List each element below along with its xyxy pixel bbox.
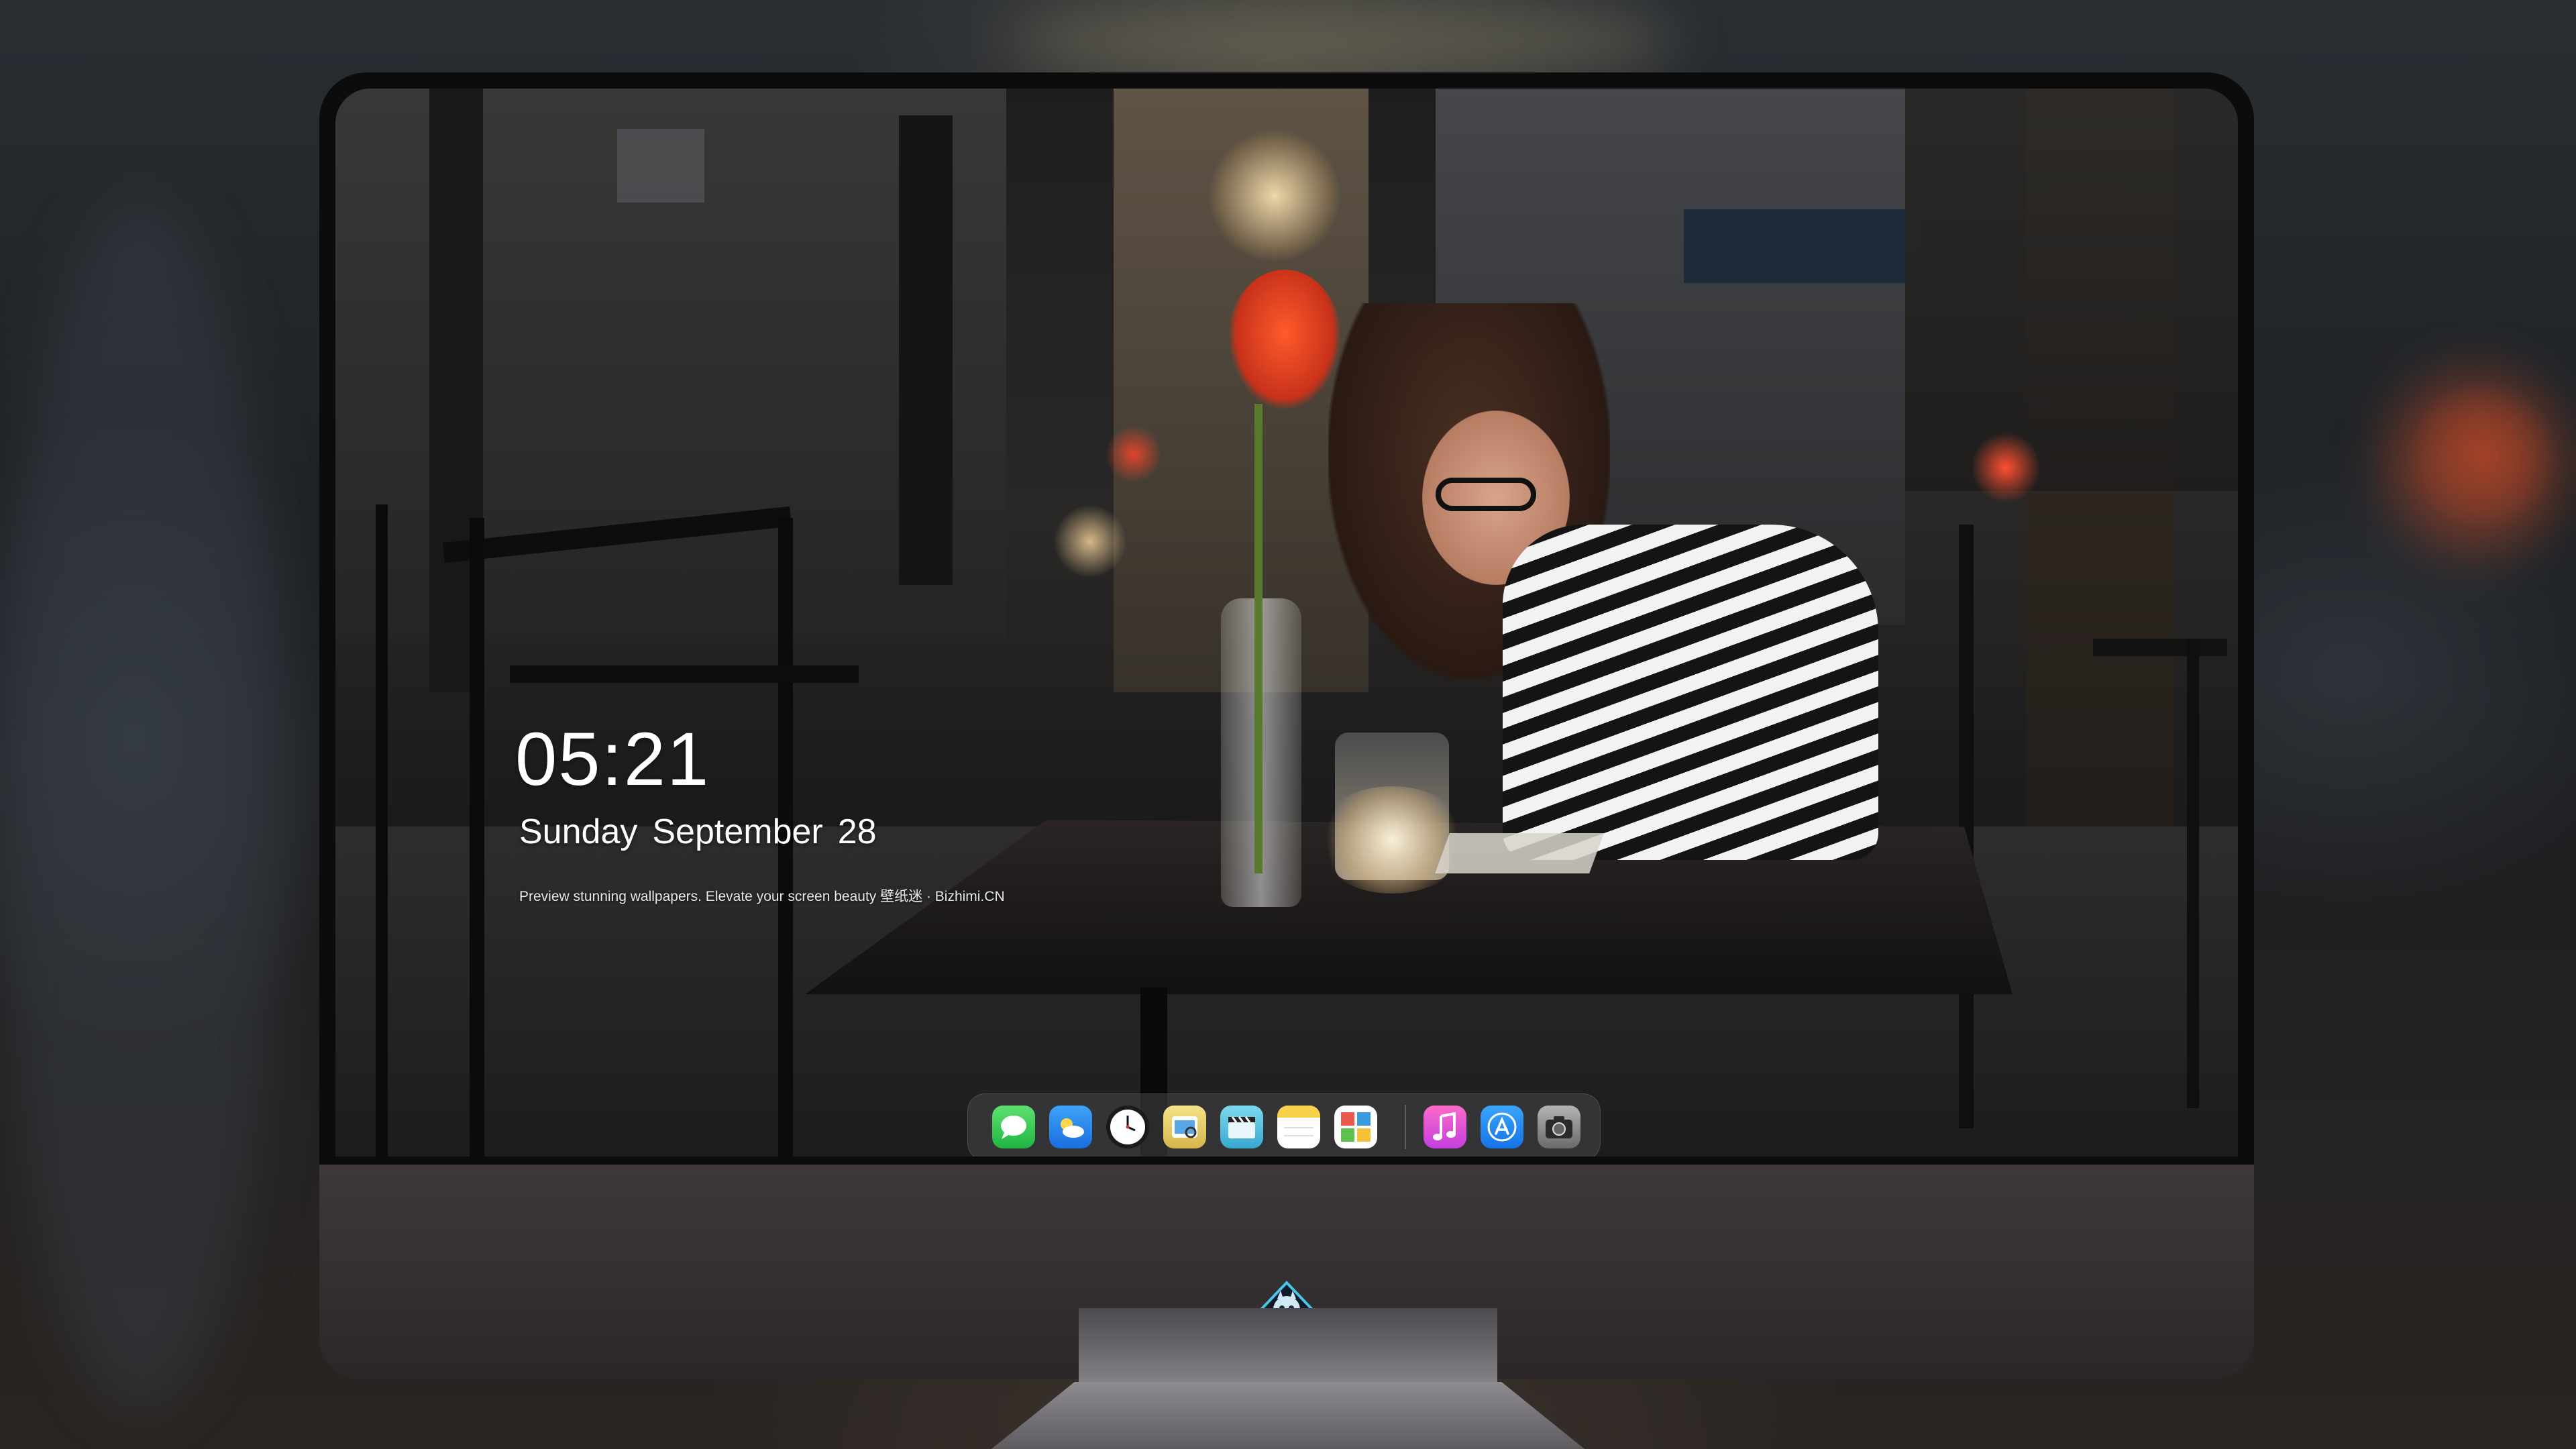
wallpaper	[335, 89, 2238, 1157]
weather-icon[interactable]	[1049, 1106, 1092, 1148]
clock-icon[interactable]	[1106, 1106, 1149, 1148]
lock-screen-date: Sunday September 28	[519, 812, 877, 852]
lock-screen: 05:21 Sunday September 28 Preview stunning…	[335, 89, 2238, 1157]
notes-icon[interactable]	[1277, 1106, 1320, 1148]
camera-icon[interactable]	[1538, 1106, 1580, 1148]
dock-separator	[1405, 1105, 1406, 1149]
date-day: 28	[837, 812, 877, 851]
date-weekday: Sunday	[519, 812, 638, 851]
preview-icon[interactable]	[1163, 1106, 1206, 1148]
messages-icon[interactable]	[992, 1106, 1035, 1148]
date-month: September	[652, 812, 823, 851]
monitor-stand-base	[991, 1382, 1585, 1449]
photo-booth-icon[interactable]	[1334, 1106, 1377, 1148]
wallpaper-tagline: Preview stunning wallpapers. Elevate you…	[519, 889, 1005, 904]
music-icon[interactable]	[1424, 1106, 1466, 1148]
app-store-icon[interactable]	[1481, 1106, 1523, 1148]
dock	[967, 1093, 1601, 1157]
monitor-stand-neck	[1079, 1308, 1497, 1389]
final-cut-icon[interactable]	[1220, 1106, 1263, 1148]
imac-monitor: 05:21 Sunday September 28 Preview stunning…	[319, 72, 2254, 1379]
lock-screen-time: 05:21	[515, 717, 710, 801]
